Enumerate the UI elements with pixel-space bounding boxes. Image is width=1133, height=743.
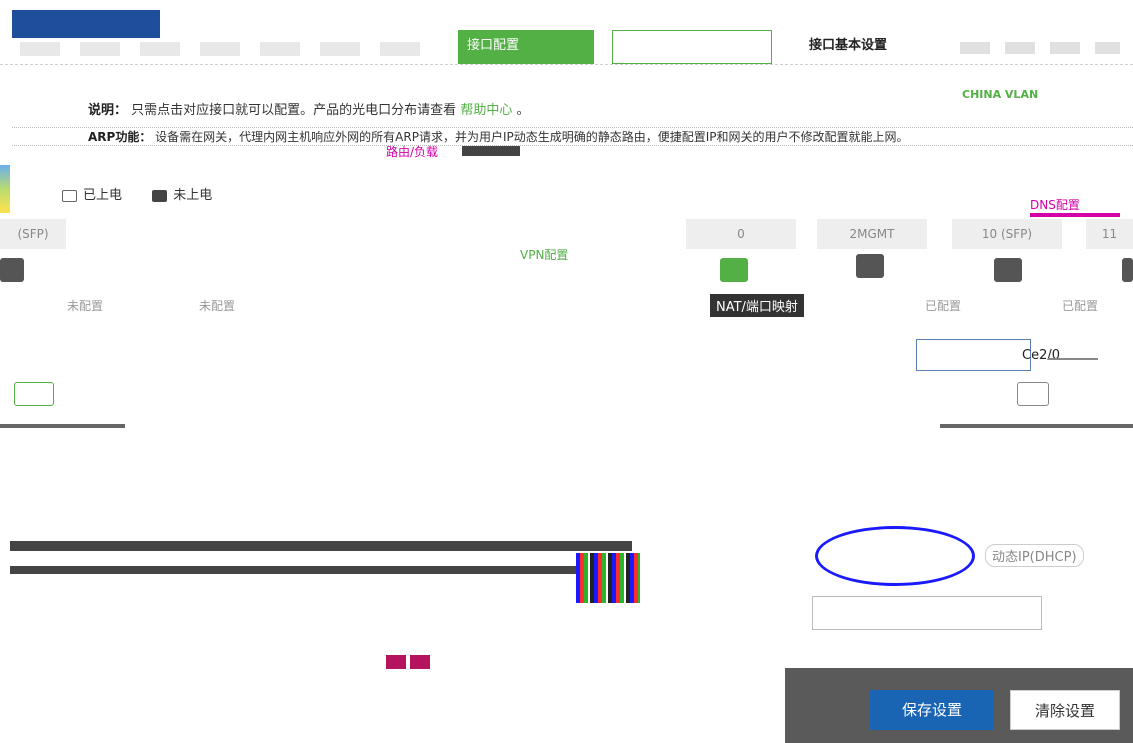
port-status-4: 已配置 — [1061, 299, 1098, 313]
arp-label: ARP功能： — [88, 130, 152, 144]
tab-interface-config[interactable]: 接口配置 — [458, 30, 594, 64]
notice-text: 只需点击对应接口就可以配置。产品的光电口分布请查看 — [131, 103, 457, 118]
tab-blank[interactable] — [612, 30, 772, 64]
tab-interface-basic-settings[interactable]: 接口基本设置 — [800, 30, 950, 64]
magenta-marker — [386, 655, 406, 669]
input-box[interactable] — [812, 596, 1042, 630]
divider — [10, 541, 632, 551]
legend: 已上电 未上电 — [62, 184, 212, 203]
port-name-label: Ce2/0 — [1022, 348, 1060, 363]
color-bars — [576, 553, 640, 603]
port-globe-icon[interactable] — [0, 258, 24, 282]
arp-line: ARP功能： 设备需在网关，代理内网主机响应外网的所有ARP请求，并为用户IP动… — [12, 127, 1133, 146]
vlan-badge: CHINA VLAN — [962, 88, 1039, 101]
vpn-config-label[interactable]: VPN配置 — [520, 246, 568, 263]
small-port-icon[interactable] — [14, 382, 54, 406]
divider — [940, 424, 1133, 428]
arp-text: 设备需在网关，代理内网主机响应外网的所有ARP请求，并为用户IP动态生成明确的静… — [155, 130, 909, 144]
notice-line: 说明： 只需点击对应接口就可以配置。产品的光电口分布请查看 帮助中心 。 — [88, 99, 529, 118]
save-button[interactable]: 保存设置 — [870, 690, 994, 730]
port-status-3: 已配置 — [924, 299, 961, 313]
port-tab-10-sfp[interactable]: 10 (SFP) — [952, 219, 1062, 249]
nat-port-mapping-label[interactable]: NAT/端口映射 — [710, 294, 804, 317]
dns-config-label[interactable]: DNS配置 — [1030, 196, 1120, 217]
port-globe-icon[interactable] — [994, 258, 1022, 282]
clear-button[interactable]: 清除设置 — [1010, 690, 1120, 730]
port-tab-sfp[interactable]: (SFP) — [0, 219, 66, 249]
powered-icon — [62, 189, 77, 202]
port-icon[interactable] — [856, 254, 884, 278]
powered-label: 已上电 — [83, 188, 123, 203]
notice-prefix: 说明： — [88, 103, 128, 118]
divider — [10, 566, 632, 574]
route-load-label[interactable]: 路由/负载 — [386, 143, 438, 160]
port-status-1: 未配置 — [66, 299, 103, 313]
port-icon[interactable] — [1122, 258, 1133, 282]
unpowered-label: 未上电 — [173, 188, 213, 203]
small-port-icon[interactable] — [1017, 382, 1049, 406]
magenta-marker — [410, 655, 430, 669]
port-config-box — [916, 339, 1031, 371]
nav-placeholder — [20, 42, 440, 56]
dhcp-label[interactable]: 动态IP(DHCP) — [985, 544, 1084, 567]
route-bar — [462, 146, 520, 156]
help-center-link[interactable]: 帮助中心 — [460, 103, 512, 118]
left-fragment — [0, 165, 10, 213]
port-globe-icon-active[interactable] — [720, 258, 748, 282]
divider — [1048, 358, 1098, 360]
divider — [0, 424, 125, 428]
unpowered-icon — [152, 189, 168, 202]
connection-oval — [815, 526, 975, 586]
port-tab-0[interactable]: 0 — [686, 219, 796, 249]
port-status-2: 未配置 — [198, 299, 235, 313]
nav-right-placeholder — [960, 42, 1120, 54]
notice-suffix: 。 — [516, 103, 530, 118]
port-tab-11[interactable]: 11 — [1086, 219, 1133, 249]
port-tab-2mgmt[interactable]: 2MGMT — [817, 219, 927, 249]
